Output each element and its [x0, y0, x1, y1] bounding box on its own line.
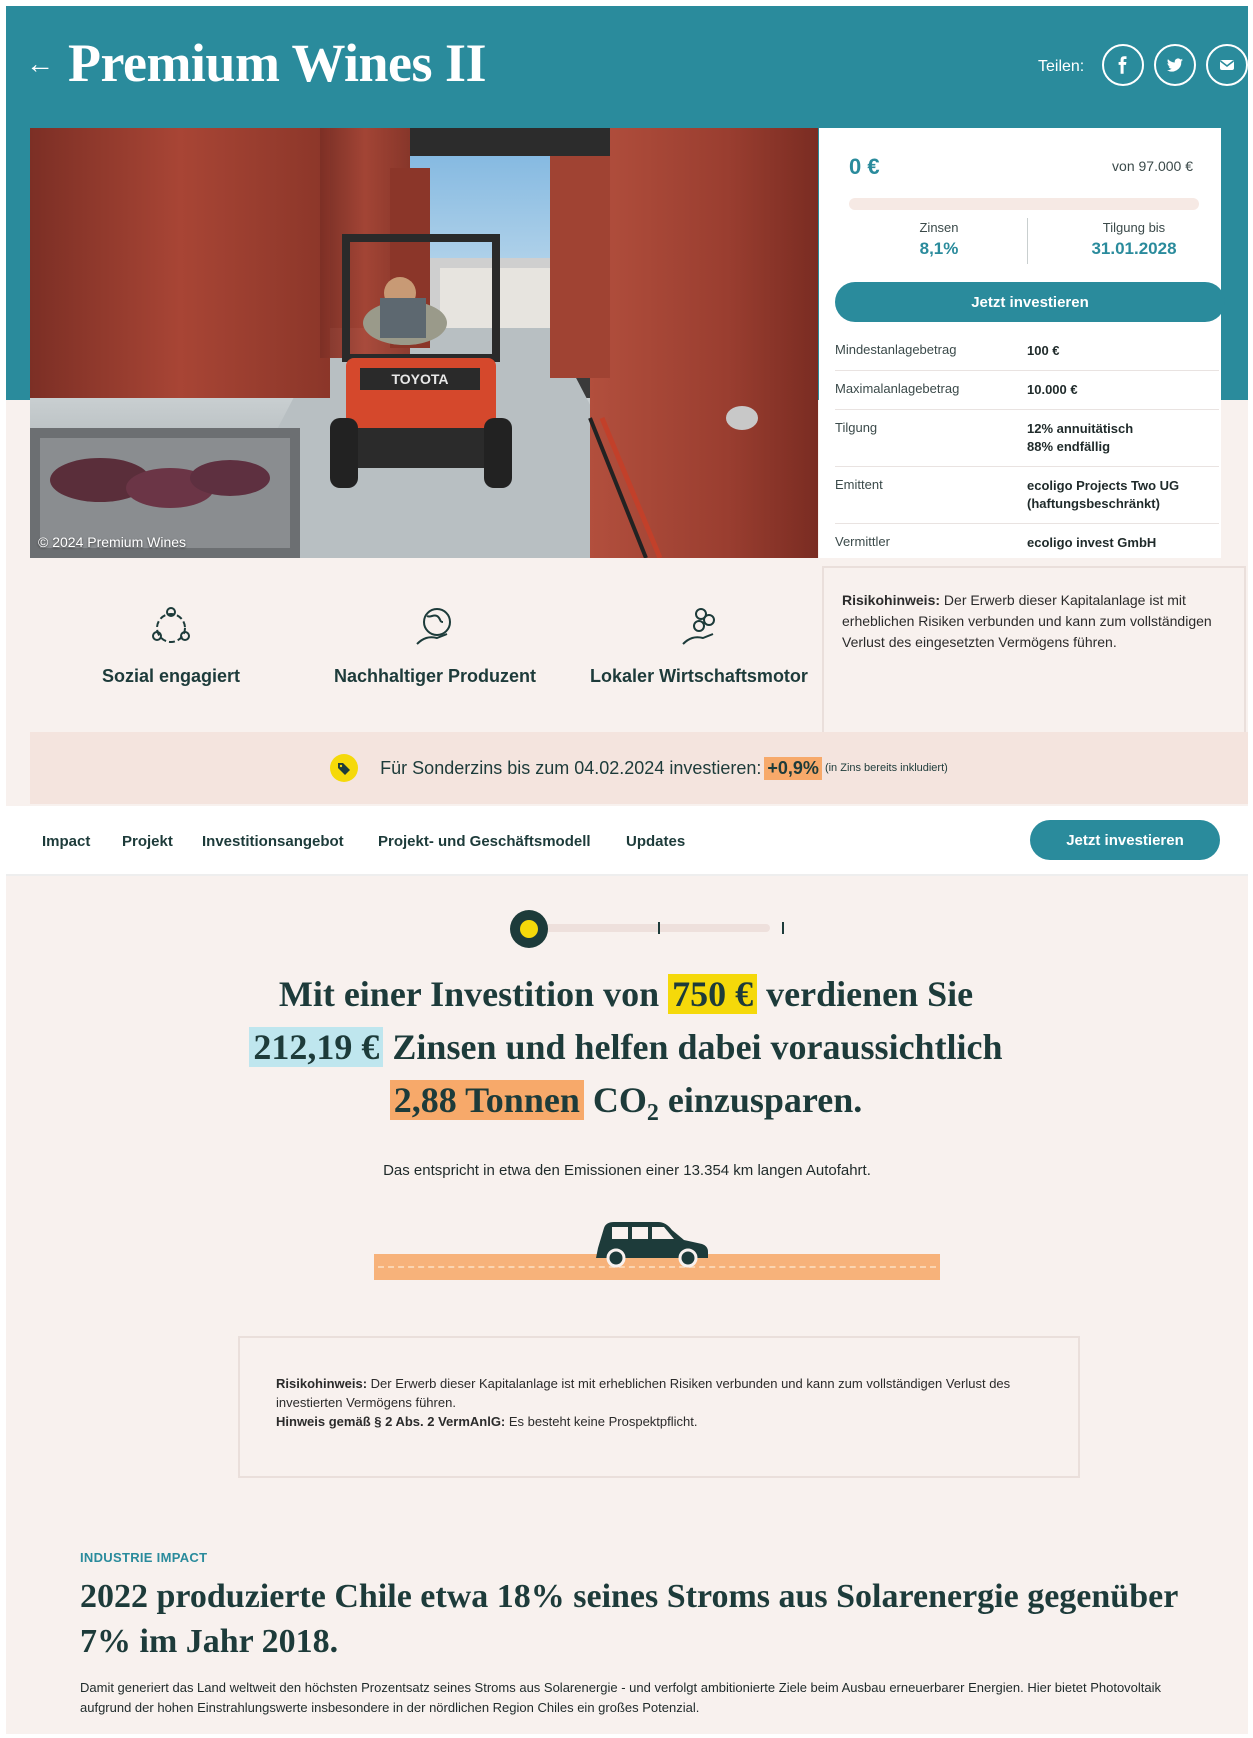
tab-investment-offer[interactable]: Investitionsangebot — [202, 833, 344, 850]
detail-value: 12% annuitätisch 88% endfällig — [1027, 421, 1134, 454]
detail-row-max: Maximalanlagebetrag 10.000 € — [835, 371, 1219, 410]
co2-text: CO — [592, 1080, 647, 1120]
detail-key: Mindestanlagebetrag — [835, 342, 957, 357]
detail-row-broker: Vermittler ecoligo invest GmbH — [835, 524, 1219, 562]
funding-goal: von 97.000 € — [1112, 158, 1193, 174]
facebook-icon[interactable] — [1102, 44, 1144, 86]
interest-stat: Zinsen 8,1% — [879, 220, 999, 259]
promo-note: (in Zins bereits inkludiert) — [824, 762, 948, 774]
feature-label: Nachhaltiger Produzent — [333, 666, 537, 686]
invest-now-button[interactable]: Jetzt investieren — [835, 282, 1225, 322]
feature-social: Sozial engagiert — [46, 604, 296, 689]
risk-label: Risikohinweis: — [276, 1376, 368, 1391]
detail-key: Vermittler — [835, 534, 890, 549]
emission-equivalent: Das entspricht in etwa den Emissionen ei… — [383, 1162, 871, 1179]
feature-label: Sozial engagiert — [101, 666, 241, 686]
repayment-label: Tilgung bis — [1102, 220, 1166, 235]
slider-track[interactable] — [540, 924, 770, 932]
risk-label: Risikohinweis: — [842, 592, 941, 608]
detail-row-min: Mindestanlagebetrag 100 € — [835, 332, 1219, 371]
interest-label: Zinsen — [919, 220, 959, 235]
arrow-left-icon[interactable]: ← — [26, 50, 54, 78]
section-tabs: Impact Projekt Investitionsangebot Proje… — [6, 806, 1248, 876]
co2-label: CO2 — [592, 1080, 659, 1126]
investment-details: Mindestanlagebetrag 100 € Maximalanlageb… — [835, 332, 1219, 562]
risk-notice-side: Risikohinweis: Der Erwerb dieser Kapital… — [822, 566, 1246, 738]
amount-raised: 0 € — [849, 154, 880, 179]
section-kicker: INDUSTRIE IMPACT — [80, 1550, 208, 1565]
promo-banner: Für Sonderzins bis zum 04.02.2024 invest… — [30, 732, 1248, 804]
impact-headline: Mit einer Investition von 750 € verdiene… — [76, 968, 1176, 1140]
stat-divider — [1027, 218, 1028, 264]
slider-tick — [658, 922, 660, 934]
project-photo: TOYOTA © 2024 Premium Wines — [30, 128, 818, 558]
coins-hand-icon — [682, 608, 715, 645]
repayment-value: 31.01.2028 — [1091, 239, 1177, 258]
interest-amount: 212,19 € — [249, 1027, 384, 1067]
invest-now-button-nav[interactable]: Jetzt investieren — [1030, 820, 1220, 860]
share-label: Teilen: — [1038, 58, 1085, 75]
headline-text: einzusparen. — [667, 1080, 863, 1120]
co2-amount: 2,88 Tonnen — [389, 1080, 584, 1120]
svg-text:TOYOTA: TOYOTA — [391, 371, 448, 387]
interest-value: 8,1% — [919, 239, 959, 258]
tab-impact[interactable]: Impact — [42, 833, 90, 850]
tab-project[interactable]: Projekt — [122, 833, 173, 850]
impact-features: Sozial engagiert Nachhaltiger Produzent … — [30, 558, 824, 734]
detail-value: 10.000 € — [1027, 382, 1078, 397]
tab-business-model[interactable]: Projekt- und Geschäftsmodell — [378, 833, 591, 850]
detail-key: Emittent — [835, 477, 883, 492]
community-hands-icon — [152, 607, 190, 643]
twitter-icon[interactable] — [1154, 44, 1196, 86]
page-title: Premium Wines II — [68, 33, 487, 93]
photo-caption: © 2024 Premium Wines — [38, 534, 187, 550]
investment-slider[interactable] — [510, 910, 790, 950]
tab-updates[interactable]: Updates — [626, 833, 685, 850]
feature-local: Lokaler Wirtschaftsmotor — [574, 604, 824, 689]
section-body: Damit generiert das Land weltweit den hö… — [80, 1680, 1162, 1715]
globe-hand-icon — [416, 608, 451, 645]
promo-text: Für Sonderzins bis zum 04.02.2024 invest… — [380, 757, 762, 778]
risk-notice-bottom: Risikohinweis: Der Erwerb dieser Kapital… — [238, 1336, 1080, 1478]
slider-tick — [782, 922, 784, 934]
header: ← Premium Wines II Teilen: — [6, 6, 1248, 126]
feature-label: Lokaler Wirtschaftsmotor — [590, 666, 808, 686]
car-icon — [596, 1222, 708, 1268]
detail-row-issuer: Emittent ecoligo Projects Two UG (haftun… — [835, 467, 1219, 524]
headline-text: Mit einer Investition von — [278, 974, 660, 1014]
detail-key: Maximalanlagebetrag — [835, 381, 960, 396]
repayment-stat: Tilgung bis 31.01.2028 — [1059, 220, 1209, 259]
investment-amount: 750 € — [668, 974, 758, 1014]
detail-key: Tilgung — [835, 420, 878, 435]
section-title: 2022 produzierte Chile etwa 18% seines S… — [80, 1578, 1178, 1660]
investment-card: 0 € von 97.000 € Zinsen 8,1% Tilgung bis… — [819, 128, 1225, 558]
headline-text: verdienen Sie — [766, 974, 974, 1014]
funding-progress-bar — [849, 198, 1199, 210]
feature-sustainable: Nachhaltiger Produzent — [310, 604, 560, 689]
legal-text: Es besteht keine Prospektpflicht. — [505, 1414, 698, 1429]
detail-value: 100 € — [1027, 343, 1060, 358]
co2-subscript: 2 — [646, 1100, 659, 1127]
detail-value: ecoligo Projects Two UG (haftungsbeschrä… — [1027, 478, 1180, 511]
headline-text: Zinsen und helfen dabei voraussichtlich — [392, 1027, 1003, 1067]
promo-bonus: +0,9% — [764, 756, 822, 780]
legal-label: Hinweis gemäß § 2 Abs. 2 VermAnlG: — [276, 1414, 506, 1429]
mail-icon[interactable] — [1206, 44, 1248, 86]
detail-value: ecoligo invest GmbH — [1027, 535, 1157, 550]
slider-handle[interactable] — [510, 910, 548, 948]
tag-icon — [330, 754, 359, 782]
winery-illustration: TOYOTA — [30, 128, 818, 558]
detail-row-repayment: Tilgung 12% annuitätisch 88% endfällig — [835, 410, 1219, 467]
risk-text: Der Erwerb dieser Kapitalanlage ist mit … — [276, 1376, 1011, 1410]
page: ← Premium Wines II Teilen: TOYOTA © 2024… — [6, 6, 1248, 1734]
